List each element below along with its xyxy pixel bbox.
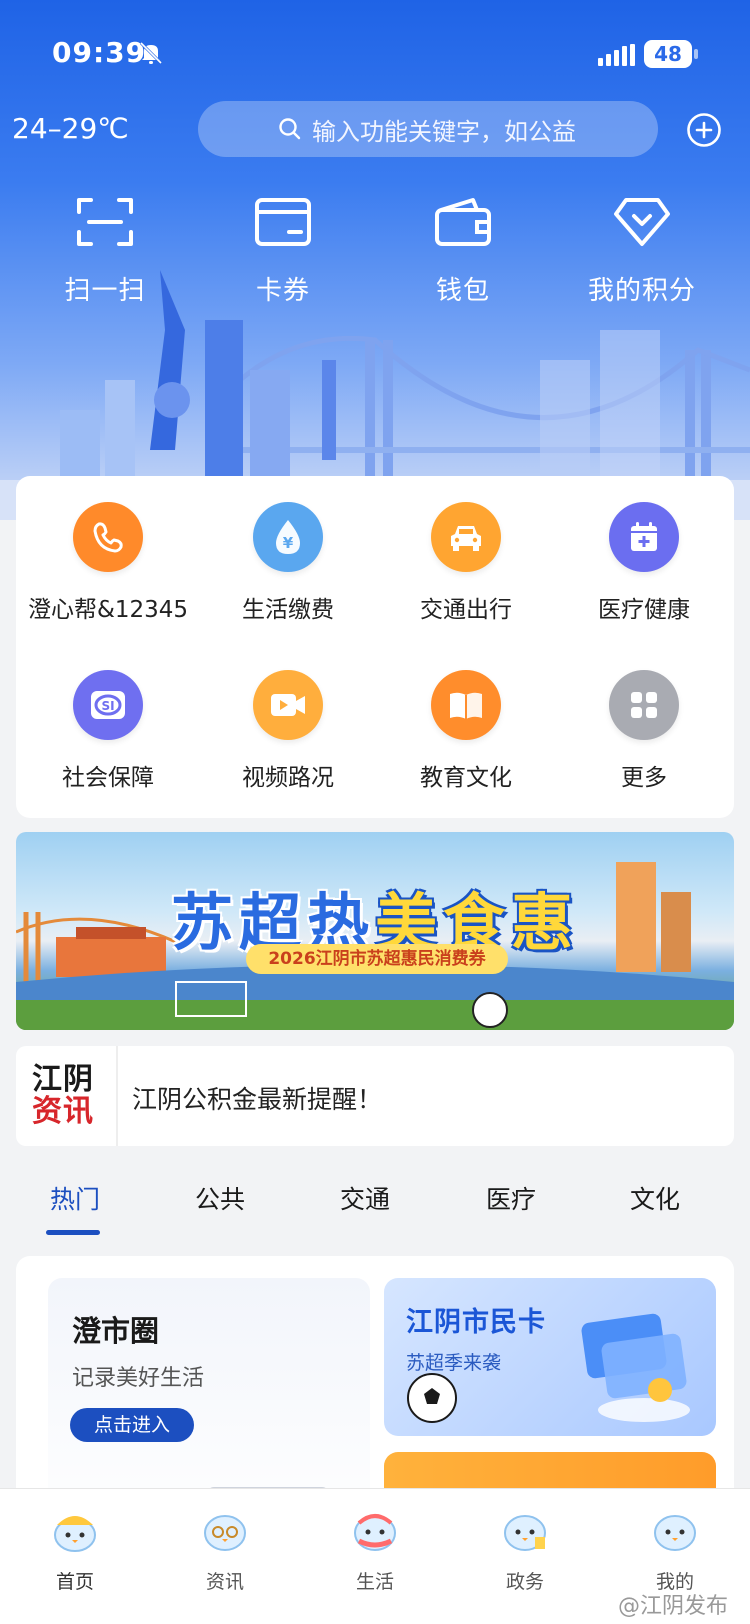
logo-line1: 江阴	[32, 1062, 94, 1097]
nav-home[interactable]: 首页	[0, 1507, 150, 1594]
nav-news[interactable]: 资讯	[150, 1507, 300, 1594]
status-bar: 09:39 48	[0, 0, 750, 100]
quick-action-label: 卡券	[255, 276, 310, 306]
social-security-icon: SI	[73, 670, 143, 740]
logo-line2: 资讯	[32, 1094, 94, 1129]
football-icon	[472, 992, 508, 1028]
services-grid: 澄心帮&12345 ¥ 生活缴费 交通出行 医疗健康 SI 社会保障 视频路况	[16, 476, 734, 818]
video-icon	[253, 670, 323, 740]
grid-icon	[609, 670, 679, 740]
city-circle-card[interactable]: 澄市圈 记录美好生活 点击进入	[48, 1278, 370, 1516]
service-education[interactable]: 教育文化	[376, 670, 556, 792]
nav-label: 政务	[505, 1571, 544, 1593]
battery-tip	[694, 49, 698, 59]
search-icon	[279, 118, 301, 140]
promo-banner[interactable]: 苏超热美食惠 2026江阴市苏超惠民消费券	[16, 832, 734, 1030]
tab-culture[interactable]: 文化	[630, 1180, 680, 1216]
tab-public[interactable]: 公共	[195, 1180, 245, 1216]
card-subtitle: 记录美好生活	[72, 1366, 205, 1391]
divider	[116, 1046, 118, 1146]
mascot-life-icon	[354, 1514, 396, 1551]
mascot-news-icon	[204, 1515, 246, 1551]
service-label: 视频路况	[242, 765, 334, 791]
news-notice-bar[interactable]: 江阴 资讯 江阴公积金最新提醒！	[16, 1046, 734, 1146]
service-label: 社会保障	[62, 765, 154, 791]
battery-icon: 48	[644, 40, 692, 68]
bell-muted-icon	[139, 41, 163, 65]
nav-life[interactable]: 生活	[300, 1507, 450, 1594]
citizen-card-card[interactable]: 江阴市民卡 苏超季来袭	[384, 1278, 716, 1436]
watermark-text: @江阴发布	[618, 1594, 729, 1619]
search-placeholder: 输入功能关键字，如公益	[312, 117, 576, 146]
tab-active-indicator	[46, 1230, 100, 1235]
scan-icon	[77, 198, 133, 246]
service-label: 生活缴费	[242, 597, 334, 623]
service-utilities[interactable]: ¥ 生活缴费	[198, 502, 378, 624]
banner-subtitle: 2026江阴市苏超惠民消费券	[246, 944, 508, 974]
service-video-traffic[interactable]: 视频路况	[198, 670, 378, 792]
svg-text:SI: SI	[101, 699, 114, 713]
diamond-icon	[614, 198, 670, 246]
football-icon	[407, 1373, 457, 1423]
status-time: 09:39	[52, 36, 147, 69]
service-medical[interactable]: 医疗健康	[554, 502, 734, 624]
mascot-home-icon	[54, 1516, 96, 1552]
nav-label: 资讯	[205, 1571, 244, 1593]
nav-government[interactable]: 政务	[450, 1507, 600, 1594]
quick-action-scan[interactable]: 扫一扫	[20, 196, 190, 307]
service-label: 交通出行	[420, 597, 512, 623]
quick-action-label: 我的积分	[587, 276, 696, 306]
quick-action-points[interactable]: 我的积分	[557, 196, 727, 307]
book-icon	[431, 670, 501, 740]
tab-transport[interactable]: 交通	[340, 1180, 390, 1216]
service-hotline[interactable]: 澄心帮&12345	[18, 502, 198, 624]
category-tabs: 热门 公共 交通 医疗 文化	[0, 1180, 750, 1236]
wallet-icon	[435, 198, 491, 246]
notice-text: 江阴公积金最新提醒！	[132, 1085, 383, 1114]
nav-me[interactable]: 我的	[600, 1507, 750, 1594]
tab-hot[interactable]: 热门	[50, 1180, 100, 1216]
service-label: 澄心帮&12345	[27, 597, 189, 623]
yuan-drop-icon: ¥	[253, 502, 323, 572]
add-circle-icon[interactable]	[686, 112, 722, 148]
svg-text:¥: ¥	[283, 534, 294, 552]
quick-action-wallet[interactable]: 钱包	[378, 196, 548, 307]
card-title: 江阴市民卡	[406, 1307, 546, 1338]
car-icon	[431, 502, 501, 572]
service-label: 更多	[621, 765, 667, 791]
nav-label: 生活	[355, 1571, 394, 1593]
mascot-government-icon	[504, 1515, 546, 1551]
service-label: 医疗健康	[598, 597, 690, 623]
card-title: 澄市圈	[72, 1314, 160, 1348]
tab-medical[interactable]: 医疗	[486, 1180, 536, 1216]
medical-calendar-icon	[609, 502, 679, 572]
jiangyin-news-logo: 江阴 资讯	[32, 1064, 96, 1128]
service-social-security[interactable]: SI 社会保障	[18, 670, 198, 792]
hero-header: 09:39 48 24–29℃ 输入功能关键字，如公益 扫一扫 卡券 钱包 我的…	[0, 0, 750, 520]
phone-icon	[73, 502, 143, 572]
feed-section: 澄市圈 记录美好生活 点击进入 江阴市民卡 苏超季来袭	[16, 1256, 734, 1516]
enter-button[interactable]: 点击进入	[70, 1408, 194, 1442]
quick-action-label: 扫一扫	[64, 276, 146, 306]
search-bar[interactable]: 输入功能关键字，如公益	[198, 101, 658, 157]
quick-action-card[interactable]: 卡券	[198, 196, 368, 307]
nav-label: 首页	[55, 1571, 94, 1593]
service-transport[interactable]: 交通出行	[376, 502, 556, 624]
mascot-me-icon	[654, 1515, 696, 1551]
quick-action-label: 钱包	[435, 276, 490, 306]
service-label: 教育文化	[420, 765, 512, 791]
citizen-card-illustration	[581, 1313, 690, 1422]
weather-temperature: 24–29℃	[12, 112, 129, 145]
card-icon	[255, 198, 311, 246]
signal-icon	[598, 44, 635, 66]
service-more[interactable]: 更多	[554, 670, 734, 792]
